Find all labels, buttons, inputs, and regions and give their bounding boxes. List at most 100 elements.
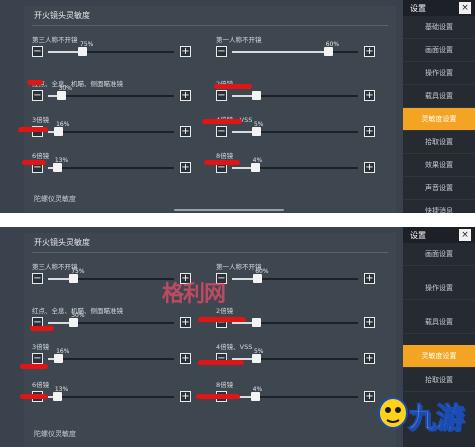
slider-label: 6倍镜 xyxy=(32,152,50,160)
slider-thumb[interactable] xyxy=(52,163,62,172)
slider-label: 8倍镜 xyxy=(216,381,234,389)
slider-3x-scope: 3倍镜 − 16% + xyxy=(32,114,192,144)
slider-thumb[interactable] xyxy=(54,127,64,136)
slider-thumb[interactable] xyxy=(56,91,66,100)
close-button[interactable]: × xyxy=(459,2,471,14)
slider-label: 第一人称不开镜 xyxy=(216,36,262,44)
increase-button[interactable]: + xyxy=(364,317,375,328)
decrease-button[interactable]: − xyxy=(32,353,43,364)
menu-item-vehicle[interactable]: 载具设置 xyxy=(403,85,475,108)
settings-screenshot-top: 开火镜头灵敏度 第三人称不开镜 − 75% + 第一人称不开镜 − 60% + … xyxy=(0,0,475,213)
red-annotation-mark xyxy=(214,84,252,89)
increase-button[interactable]: + xyxy=(364,353,375,364)
menu-item-pickup[interactable]: 拾取设置 xyxy=(403,131,475,154)
red-annotation-mark xyxy=(18,127,48,132)
increase-button[interactable]: + xyxy=(180,126,191,137)
slider-label: 第三人称不开镜 xyxy=(32,36,78,44)
increase-button[interactable]: + xyxy=(364,126,375,137)
slider-thumb[interactable] xyxy=(251,127,261,136)
increase-button[interactable]: + xyxy=(364,90,375,101)
slider-track[interactable]: 30% xyxy=(48,85,174,100)
increase-button[interactable]: + xyxy=(180,162,191,173)
slider-track[interactable]: 4% xyxy=(232,386,358,401)
menu-item-sound[interactable]: 声音设置 xyxy=(403,177,475,200)
slider-track[interactable] xyxy=(232,318,358,327)
menu-item-graphics[interactable]: 画面设置 xyxy=(403,39,475,62)
menu-item-sensitivity[interactable]: 灵敏度设置 xyxy=(403,108,475,131)
slider-4x-scope: 4倍镜、VSS − 5% + xyxy=(216,341,376,371)
increase-button[interactable]: + xyxy=(364,162,375,173)
scrollbar[interactable] xyxy=(174,209,284,211)
slider-track[interactable]: 60% xyxy=(232,268,358,283)
decrease-button[interactable]: − xyxy=(32,273,43,284)
slider-track[interactable] xyxy=(232,91,358,100)
slider-track[interactable]: 16% xyxy=(48,348,174,363)
menu-item-graphics[interactable]: 画面设置 xyxy=(403,243,475,266)
menu-item-basic[interactable]: 基础设置 xyxy=(403,16,475,39)
menu-item-controls[interactable]: 操作设置 xyxy=(403,277,475,300)
slider-thumb[interactable] xyxy=(69,318,79,327)
slider-thumb[interactable] xyxy=(250,392,260,401)
slider-thumb[interactable] xyxy=(323,47,333,56)
increase-button[interactable]: + xyxy=(180,317,191,328)
decrease-button[interactable]: − xyxy=(32,46,43,57)
red-annotation-mark xyxy=(198,317,246,322)
slider-first-person: 第一人称不开镜 − 60% + xyxy=(216,34,376,64)
slider-thumb[interactable] xyxy=(251,91,261,100)
decrease-button[interactable]: − xyxy=(32,90,43,101)
slider-track[interactable]: 60% xyxy=(232,41,358,56)
slider-label: 3倍镜 xyxy=(32,116,50,124)
gyroscope-section-title: 陀螺仪灵敏度 xyxy=(34,430,76,438)
slider-8x-scope: 8倍镜 − 4% + xyxy=(216,379,376,409)
slider-track[interactable]: 30% xyxy=(48,312,174,327)
slider-track[interactable]: 13% xyxy=(48,157,174,172)
decrease-button[interactable]: − xyxy=(216,126,227,137)
slider-2x-scope: 2倍镜 − + xyxy=(216,78,376,108)
increase-button[interactable]: + xyxy=(364,391,375,402)
slider-thumb[interactable] xyxy=(54,354,64,363)
slider-thumb[interactable] xyxy=(250,163,260,172)
decrease-button[interactable]: − xyxy=(216,46,227,57)
slider-track[interactable]: 75% xyxy=(48,41,174,56)
slider-6x-scope: 6倍镜 − 13% + xyxy=(32,150,192,180)
sidebar-title: 设置 xyxy=(410,4,426,13)
sidebar-header: 设置 × xyxy=(403,227,475,243)
slider-track[interactable]: 75% xyxy=(48,268,174,283)
sidebar-header: 设置 × xyxy=(403,0,475,16)
menu-item-sensitivity[interactable]: 灵敏度设置 xyxy=(403,345,475,368)
slider-thumb[interactable] xyxy=(253,274,263,283)
slider-6x-scope: 6倍镜 − 13% + xyxy=(32,379,192,409)
slider-fill xyxy=(48,51,83,53)
increase-button[interactable]: + xyxy=(364,46,375,57)
slider-thumb[interactable] xyxy=(251,318,261,327)
sensitivity-panel: 开火镜头灵敏度 第三人称不开镜 − 75% + 第一人称不开镜 − 60% + … xyxy=(24,6,396,213)
section-divider xyxy=(32,252,388,253)
slider-fill xyxy=(232,51,328,53)
increase-button[interactable]: + xyxy=(180,353,191,364)
slider-track[interactable]: 4% xyxy=(232,157,358,172)
slider-track[interactable]: 16% xyxy=(48,121,174,136)
menu-item-effects[interactable]: 效果设置 xyxy=(403,154,475,177)
menu-item-controls[interactable]: 操作设置 xyxy=(403,62,475,85)
decrease-button[interactable]: − xyxy=(216,90,227,101)
increase-button[interactable]: + xyxy=(180,46,191,57)
slider-track[interactable]: 13% xyxy=(48,386,174,401)
slider-thumb[interactable] xyxy=(69,274,79,283)
slider-track[interactable]: 5% xyxy=(232,121,358,136)
menu-item-pickup[interactable]: 拾取设置 xyxy=(403,369,475,392)
menu-item-quick-message[interactable]: 快捷消息 xyxy=(403,200,475,213)
slider-track[interactable]: 5% xyxy=(232,348,358,363)
slider-thumb[interactable] xyxy=(251,354,261,363)
slider-thumb[interactable] xyxy=(52,392,62,401)
red-annotation-mark xyxy=(204,160,240,165)
slider-thumb[interactable] xyxy=(78,47,88,56)
increase-button[interactable]: + xyxy=(364,273,375,284)
red-annotation-mark xyxy=(22,160,46,165)
increase-button[interactable]: + xyxy=(180,391,191,402)
section-title: 开火镜头灵敏度 xyxy=(34,238,90,247)
sensitivity-panel: 开火镜头灵敏度 第三人称不开镜 − 75% + 第一人称不开镜 − 60% + … xyxy=(24,233,396,447)
close-button[interactable]: × xyxy=(459,229,471,241)
menu-item-vehicle[interactable]: 载具设置 xyxy=(403,311,475,334)
red-annotation-mark xyxy=(27,80,43,85)
increase-button[interactable]: + xyxy=(180,90,191,101)
